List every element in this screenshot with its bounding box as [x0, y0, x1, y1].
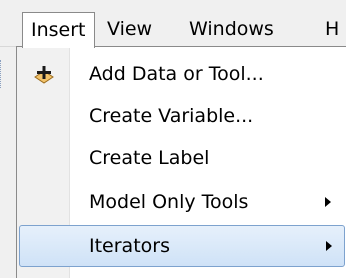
- menu-bar: Insert View Windows H: [0, 0, 346, 48]
- menu-item-iterators[interactable]: Iterators: [19, 225, 345, 267]
- menu-item-label: Create Label: [89, 147, 210, 169]
- submenu-arrow-icon: [325, 197, 331, 207]
- menu-item-label: Model Only Tools: [89, 191, 249, 213]
- menu-item-create-label[interactable]: Create Label: [19, 137, 345, 179]
- add-data-plus-icon: [32, 62, 56, 86]
- menu-item-label: Create Variable...: [89, 105, 254, 127]
- menu-help[interactable]: H: [317, 12, 346, 46]
- menu-item-label: Iterators: [89, 235, 170, 257]
- menu-item-label: Add Data or Tool...: [89, 63, 264, 85]
- window-edge-marker: [0, 60, 3, 88]
- menu-windows[interactable]: Windows: [181, 12, 282, 46]
- menu-item-model-only-tools[interactable]: Model Only Tools: [19, 181, 345, 223]
- menu-insert[interactable]: Insert: [22, 12, 95, 48]
- menu-item-add-data-or-tool[interactable]: Add Data or Tool...: [19, 53, 345, 95]
- menu-view[interactable]: View: [99, 12, 160, 46]
- menu-item-create-variable[interactable]: Create Variable...: [19, 95, 345, 137]
- submenu-arrow-icon: [326, 241, 332, 251]
- insert-dropdown-menu: Add Data or Tool... Create Variable... C…: [16, 46, 346, 278]
